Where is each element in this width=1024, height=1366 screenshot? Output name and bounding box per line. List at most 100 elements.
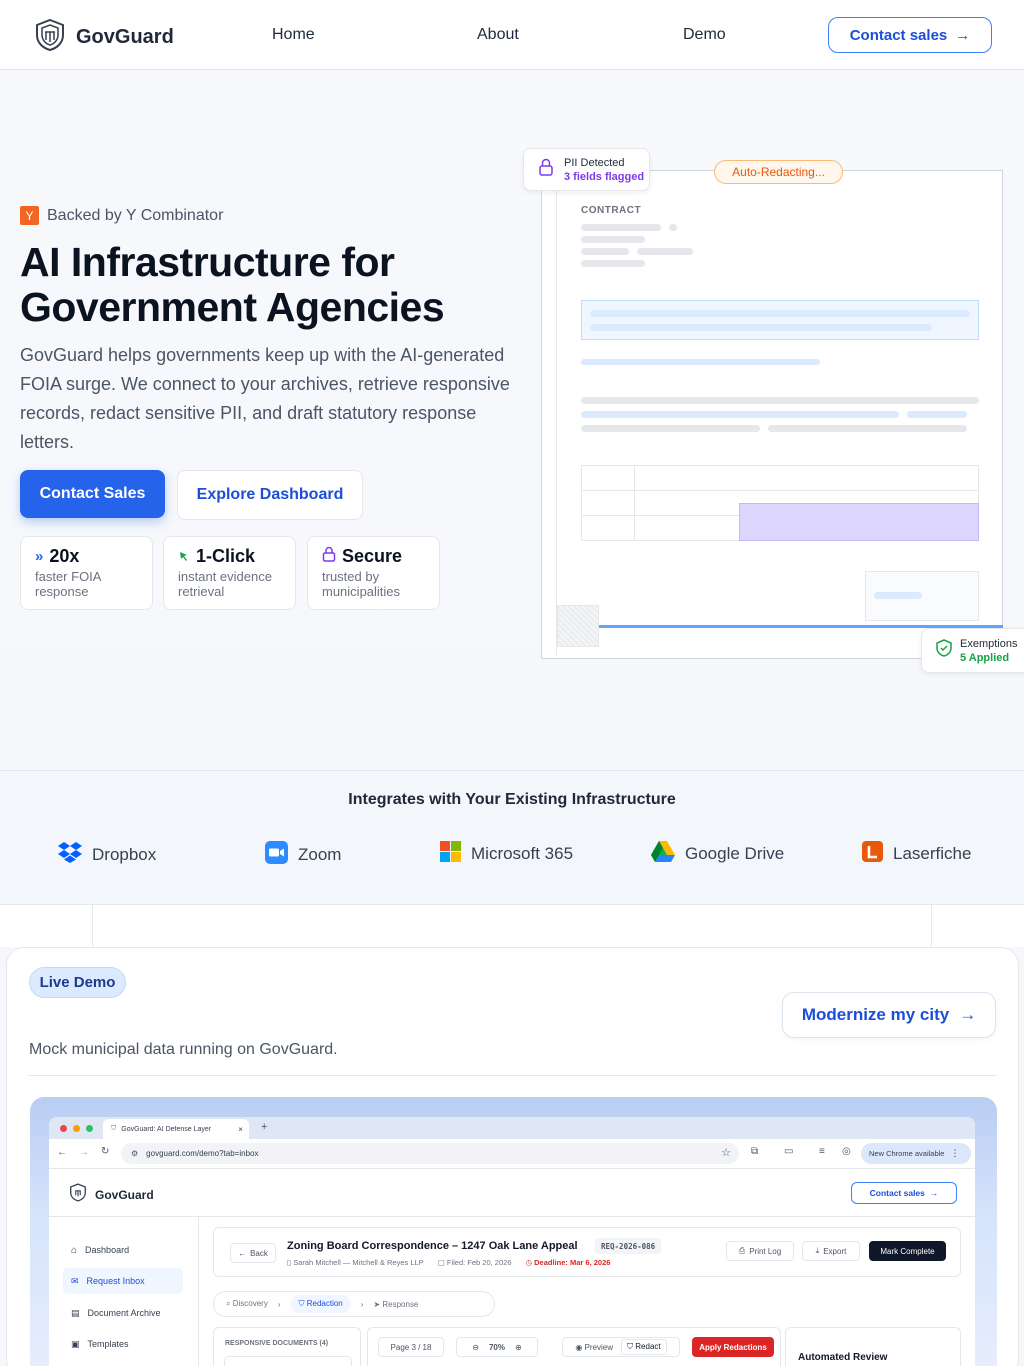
requester-value: Sarah Mitchell — Mitchell & Reyes LLP xyxy=(293,1258,424,1267)
extensions-icon[interactable]: ⧉ xyxy=(751,1146,758,1157)
modernize-label: Modernize my city xyxy=(801,1005,950,1024)
document-list-item[interactable] xyxy=(224,1356,352,1366)
contact-sales-button[interactable]: Contact sales → xyxy=(828,17,992,53)
explore-dashboard-button[interactable]: Explore Dashboard xyxy=(177,470,363,520)
export-button[interactable]: ⤓ Export xyxy=(802,1241,860,1261)
modernize-city-button[interactable]: Modernize my city → xyxy=(782,992,996,1038)
cast-icon[interactable]: ▭ xyxy=(784,1146,793,1157)
deadline-value: Deadline: Mar 6, 2026 xyxy=(534,1258,611,1267)
case-header-card: ← Back Zoning Board Correspondence – 124… xyxy=(213,1227,961,1277)
cursor-click-icon xyxy=(178,546,190,567)
google-drive-icon xyxy=(651,841,675,867)
contact-sales-label: Contact sales xyxy=(849,26,948,44)
back-button[interactable]: ← Back xyxy=(230,1243,276,1263)
nav-about[interactable]: About xyxy=(477,26,519,44)
stat-card-secure: Secure trusted by municipalities xyxy=(307,536,440,610)
sidebar-item-templates[interactable]: ▣ Templates xyxy=(63,1331,183,1357)
shield-icon: ⛉ xyxy=(298,1299,307,1308)
exemptions-badge: Exemptions 5 Applied xyxy=(921,628,1024,673)
signature-box xyxy=(865,571,979,621)
integration-label: Zoom xyxy=(298,845,342,864)
pii-title: PII Detected xyxy=(564,156,625,169)
divider xyxy=(29,1075,997,1076)
reload-icon[interactable]: ↻ xyxy=(101,1146,109,1157)
stat-value: 1-Click xyxy=(196,546,256,566)
hero-title-line2: Government Agencies xyxy=(20,284,445,330)
chevron-right-icon: › xyxy=(277,1299,281,1309)
redact-label: Redact xyxy=(635,1342,661,1351)
arrow-right-icon: → xyxy=(959,1005,977,1024)
text-line xyxy=(581,224,661,231)
step-redaction[interactable]: ⛉ Redaction xyxy=(290,1295,351,1313)
window-minimize-dot[interactable] xyxy=(73,1125,80,1132)
contract-document-mock: CONTRACT xyxy=(541,170,1003,659)
bookmark-star-icon[interactable]: ☆ xyxy=(721,1146,731,1159)
pii-subtitle: 3 fields flagged xyxy=(564,170,645,183)
step-label: Response xyxy=(382,1299,419,1309)
new-tab-icon[interactable]: + xyxy=(261,1121,267,1133)
archive-icon: ▤ xyxy=(71,1307,80,1318)
tab-close-icon[interactable]: × xyxy=(238,1125,243,1134)
case-id-badge: REQ-2026-086 xyxy=(595,1238,662,1254)
browser-urlbar: ← → ↻ ⚙ govguard.com/demo?tab=inbox ☆ ⧉ … xyxy=(49,1139,975,1169)
preview-tab[interactable]: ◉ Preview xyxy=(575,1343,613,1352)
workflow-steps: ⌕ Discovery › ⛉ Redaction › ➤ Response xyxy=(213,1291,495,1317)
kebab-menu-icon[interactable]: ⋮ xyxy=(950,1148,959,1159)
text-line xyxy=(581,248,629,255)
lock-icon xyxy=(322,546,336,567)
back-icon[interactable]: ← xyxy=(57,1147,67,1158)
laserfiche-icon xyxy=(862,841,883,867)
zoom-out-icon[interactable]: ⊖ xyxy=(472,1343,479,1352)
profile-icon[interactable]: ◎ xyxy=(842,1146,851,1157)
export-label: Export xyxy=(823,1246,847,1256)
brand[interactable]: GovGuard xyxy=(34,18,174,57)
redact-tab[interactable]: ⛉ Redact xyxy=(621,1339,667,1355)
double-chevron-icon: » xyxy=(35,548,44,565)
documents-header: RESPONSIVE DOCUMENTS (4) xyxy=(225,1340,329,1347)
chrome-update-label: New Chrome available xyxy=(869,1149,945,1158)
calendar-icon: ▢ xyxy=(437,1258,447,1267)
app-contact-sales-button[interactable]: Contact sales → xyxy=(851,1182,957,1204)
browser-tab[interactable]: ⛉ GovGuard: AI Defense Layer × xyxy=(103,1119,249,1139)
arrow-right-icon: → xyxy=(929,1188,939,1198)
top-nav: GovGuard Home About Demo Contact sales → xyxy=(0,0,1024,70)
integration-zoom: Zoom xyxy=(265,841,341,869)
auto-redacting-badge: Auto-Redacting... xyxy=(714,160,843,184)
print-log-button[interactable]: ⎙ Print Log xyxy=(726,1241,794,1261)
address-bar[interactable]: ⚙ govguard.com/demo?tab=inbox ☆ xyxy=(121,1143,739,1164)
inbox-icon: ✉ xyxy=(71,1275,79,1286)
text-line xyxy=(637,248,693,255)
forward-icon[interactable]: → xyxy=(79,1147,89,1158)
deadline-text: ◷ Deadline: Mar 6, 2026 xyxy=(526,1258,611,1267)
text-line xyxy=(581,236,645,243)
document-table xyxy=(581,465,979,541)
arrow-right-icon: → xyxy=(955,26,971,44)
chrome-update-badge[interactable]: New Chrome available ⋮ xyxy=(861,1143,971,1164)
text-line xyxy=(581,260,645,267)
step-label: Discovery xyxy=(232,1299,268,1308)
nav-demo[interactable]: Demo xyxy=(683,26,726,44)
nav-home[interactable]: Home xyxy=(272,26,315,44)
zoom-in-icon[interactable]: ⊕ xyxy=(515,1343,522,1352)
sidebar-item-request-inbox[interactable]: ✉ Request Inbox xyxy=(63,1268,183,1294)
section-spacer xyxy=(0,905,1024,947)
sidebar-item-document-archive[interactable]: ▤ Document Archive xyxy=(63,1300,183,1326)
step-discovery[interactable]: ⌕ Discovery xyxy=(226,1299,268,1309)
integrations-section: Integrates with Your Existing Infrastruc… xyxy=(0,770,1024,905)
step-response[interactable]: ➤ Response xyxy=(373,1300,418,1309)
mark-complete-button[interactable]: Mark Complete xyxy=(869,1241,946,1261)
zoom-icon xyxy=(265,841,288,869)
stat-card-speed: » 20x faster FOIA response xyxy=(20,536,153,610)
window-maximize-dot[interactable] xyxy=(86,1125,93,1132)
media-icon[interactable]: ≡ xyxy=(819,1146,825,1157)
hero-title: AI Infrastructure for Government Agencie… xyxy=(20,240,520,330)
exemptions-subtitle: 5 Applied xyxy=(960,651,1010,664)
site-info-icon[interactable]: ⚙ xyxy=(131,1149,138,1158)
hero-contact-sales-button[interactable]: Contact Sales xyxy=(20,470,165,518)
clock-icon: ◷ xyxy=(525,1258,535,1267)
sidebar-item-dashboard[interactable]: ⌂ Dashboard xyxy=(63,1237,183,1263)
apply-redactions-button[interactable]: Apply Redactions xyxy=(692,1337,774,1357)
window-close-dot[interactable] xyxy=(60,1125,67,1132)
highlighted-paragraph xyxy=(581,300,979,340)
app-brand[interactable]: GovGuard xyxy=(69,1183,154,1207)
